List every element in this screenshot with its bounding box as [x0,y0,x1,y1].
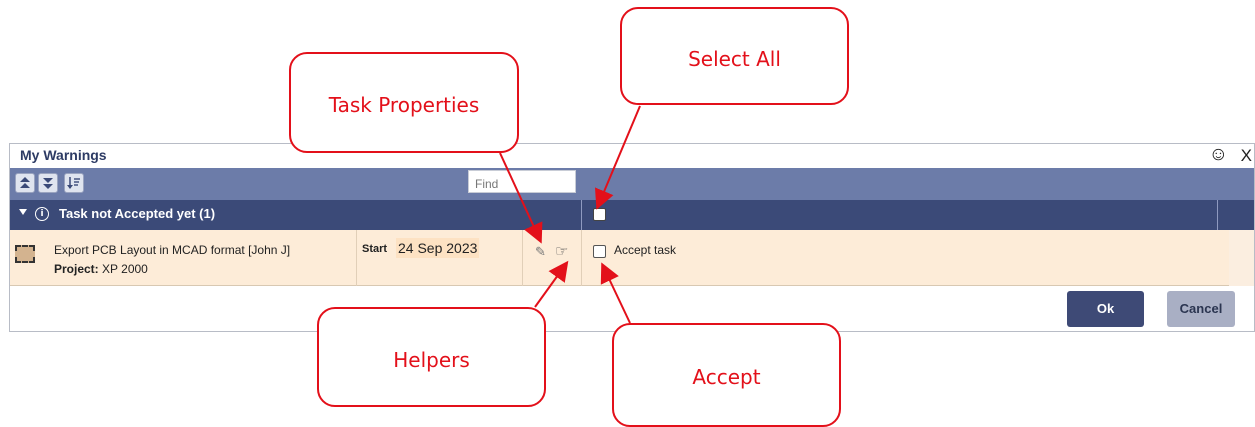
arrow-task-properties [499,152,543,244]
arrow-accept [600,262,631,324]
arrow-select-all [594,105,641,210]
arrow-helpers [534,260,569,308]
callout-arrows [499,105,641,324]
